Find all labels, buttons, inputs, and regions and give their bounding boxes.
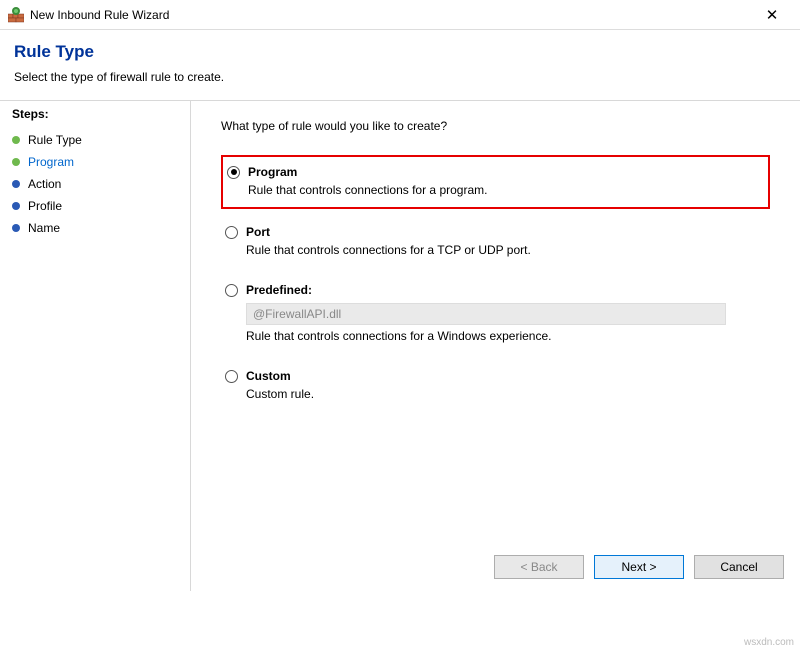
watermark: wsxdn.com [744, 637, 794, 648]
option-port[interactable]: Port Rule that controls connections for … [221, 217, 770, 267]
close-icon: ✕ [766, 6, 779, 24]
radio-custom[interactable] [225, 370, 238, 383]
step-label: Rule Type [28, 133, 82, 147]
window-title: New Inbound Rule Wizard [30, 8, 752, 22]
step-name[interactable]: Name [12, 217, 178, 239]
option-custom[interactable]: Custom Custom rule. [221, 361, 770, 411]
main-panel: What type of rule would you like to crea… [191, 101, 800, 591]
option-desc: Rule that controls connections for a pro… [248, 183, 760, 197]
step-bullet-icon [12, 136, 20, 144]
wizard-buttons: < Back Next > Cancel [494, 555, 784, 579]
cancel-button[interactable]: Cancel [694, 555, 784, 579]
option-title: Custom [246, 369, 291, 383]
option-desc: Custom rule. [246, 387, 762, 401]
option-title: Program [248, 165, 297, 179]
option-title: Port [246, 225, 270, 239]
steps-heading: Steps: [12, 107, 178, 121]
option-predefined[interactable]: Predefined: @FirewallAPI.dll Rule that c… [221, 275, 770, 353]
step-rule-type[interactable]: Rule Type [12, 129, 178, 151]
header: Rule Type Select the type of firewall ru… [0, 30, 800, 100]
page-title: Rule Type [14, 42, 786, 62]
step-bullet-icon [12, 158, 20, 166]
step-label: Profile [28, 199, 62, 213]
option-desc: Rule that controls connections for a TCP… [246, 243, 762, 257]
step-label: Action [28, 177, 61, 191]
radio-predefined[interactable] [225, 284, 238, 297]
step-bullet-icon [12, 224, 20, 232]
close-button[interactable]: ✕ [752, 0, 792, 30]
steps-sidebar: Steps: Rule Type Program Action Profile … [0, 101, 190, 591]
step-action[interactable]: Action [12, 173, 178, 195]
step-bullet-icon [12, 202, 20, 210]
page-subtitle: Select the type of firewall rule to crea… [14, 70, 786, 84]
option-title: Predefined: [246, 283, 312, 297]
firewall-icon [8, 7, 24, 23]
rule-type-question: What type of rule would you like to crea… [221, 119, 770, 133]
content-area: Steps: Rule Type Program Action Profile … [0, 101, 800, 591]
titlebar: New Inbound Rule Wizard ✕ [0, 0, 800, 30]
option-desc: Rule that controls connections for a Win… [246, 329, 762, 343]
step-profile[interactable]: Profile [12, 195, 178, 217]
radio-port[interactable] [225, 226, 238, 239]
step-label: Program [28, 155, 74, 169]
next-button[interactable]: Next > [594, 555, 684, 579]
step-program[interactable]: Program [12, 151, 178, 173]
option-program[interactable]: Program Rule that controls connections f… [221, 155, 770, 209]
step-bullet-icon [12, 180, 20, 188]
predefined-select[interactable]: @FirewallAPI.dll [246, 303, 726, 325]
radio-program[interactable] [227, 166, 240, 179]
back-button[interactable]: < Back [494, 555, 584, 579]
step-label: Name [28, 221, 60, 235]
